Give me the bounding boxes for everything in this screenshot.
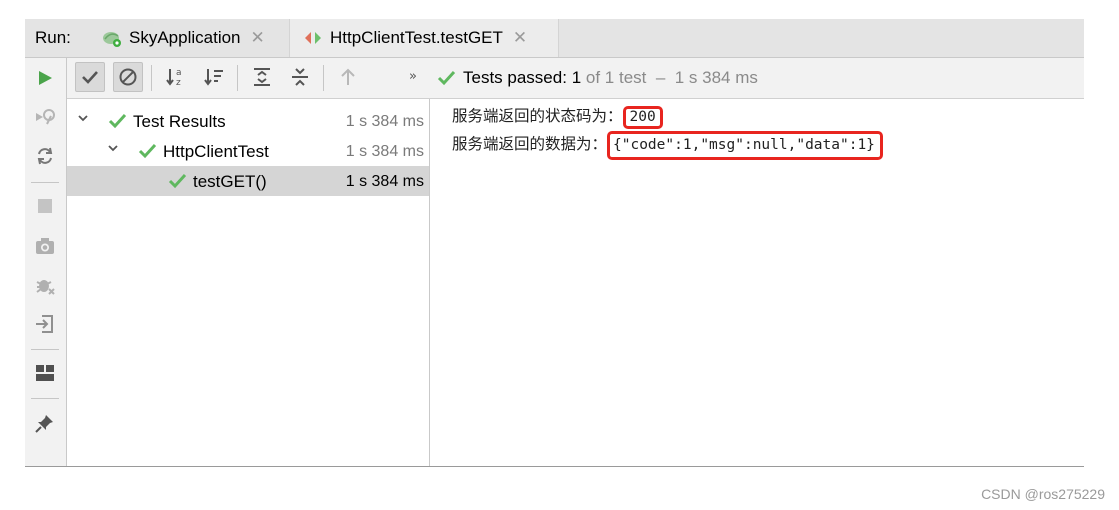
close-icon[interactable]: ✕ <box>513 28 527 48</box>
junit-icon <box>302 27 324 49</box>
tree-item-time: 1 s 384 ms <box>345 143 424 160</box>
previous-test-icon[interactable] <box>333 62 363 92</box>
passed-check-icon <box>108 113 127 129</box>
chevron-down-icon[interactable] <box>107 142 119 157</box>
tab-label: HttpClientTest.testGET <box>330 28 503 47</box>
tree-row-http-client-test[interactable]: HttpClientTest 1 s 384 ms <box>67 136 429 166</box>
console-line-data: 服务端返回的数据为： {"code":1,"msg":null,"data":1} <box>452 131 883 160</box>
debug-bug-icon[interactable] <box>33 273 57 297</box>
svg-text:a: a <box>176 68 182 78</box>
spring-boot-icon <box>101 27 123 49</box>
tab-label: SkyApplication <box>129 28 241 47</box>
test-toolbar: az » Tests passed: 1 of 1 test – 1 s 384… <box>67 58 1084 99</box>
show-passed-button[interactable] <box>75 62 105 92</box>
pin-icon[interactable] <box>33 411 57 435</box>
left-gutter-toolbar <box>25 58 67 466</box>
chevron-down-icon[interactable] <box>77 112 89 127</box>
status-code-value: 200 <box>622 106 663 129</box>
tab-sky-application[interactable]: SkyApplication ✕ <box>89 19 289 57</box>
sort-by-duration-icon[interactable] <box>199 62 229 92</box>
layout-icon[interactable] <box>33 361 57 385</box>
test-results-tree: Test Results 1 s 384 ms HttpClientTest 1… <box>67 99 430 466</box>
total-duration: 1 s 384 ms <box>674 68 758 87</box>
passed-count: 1 <box>571 68 582 87</box>
rerun-failed-icon[interactable] <box>33 105 57 129</box>
watermark: CSDN @ros275229 <box>981 486 1105 502</box>
tree-item-label: Test Results <box>133 112 226 131</box>
run-tool-window: Run: SkyApplication ✕ HttpClientTest.tes… <box>25 19 1084 467</box>
tab-http-client-test[interactable]: HttpClientTest.testGET ✕ <box>289 19 559 57</box>
stop-icon[interactable] <box>33 194 57 218</box>
show-ignored-button[interactable] <box>113 62 143 92</box>
test-status: Tests passed: 1 of 1 test – 1 s 384 ms <box>437 68 758 88</box>
passed-check-icon <box>437 70 456 86</box>
passed-check-icon <box>168 173 187 189</box>
console-label: 服务端返回的数据为： <box>452 135 608 153</box>
toggle-auto-test-icon[interactable] <box>33 144 57 168</box>
rerun-icon[interactable] <box>33 66 57 90</box>
console-line-status: 服务端返回的状态码为： 200 <box>452 104 663 129</box>
console-label: 服务端返回的状态码为： <box>452 107 623 125</box>
import-tests-icon[interactable] <box>33 312 57 336</box>
expand-all-icon[interactable] <box>247 62 277 92</box>
test-total: of 1 test <box>585 68 647 87</box>
run-tab-bar: Run: SkyApplication ✕ HttpClientTest.tes… <box>25 19 1084 58</box>
status-prefix: Tests passed: <box>463 68 567 87</box>
more-actions-icon[interactable]: » <box>409 69 417 84</box>
camera-icon[interactable] <box>33 234 57 258</box>
tree-row-test-results[interactable]: Test Results 1 s 384 ms <box>67 106 429 136</box>
collapse-all-icon[interactable] <box>285 62 315 92</box>
status-dash: – <box>655 68 666 87</box>
response-data-value: {"code":1,"msg":null,"data":1} <box>607 131 883 160</box>
tree-row-test-get[interactable]: testGET() 1 s 384 ms <box>67 166 429 196</box>
close-icon[interactable]: ✕ <box>251 28 265 48</box>
console-output[interactable]: 服务端返回的状态码为： 200 服务端返回的数据为： {"code":1,"msg"… <box>430 99 1084 466</box>
passed-check-icon <box>138 143 157 159</box>
svg-text:z: z <box>176 78 181 88</box>
tree-item-label: testGET() <box>193 172 267 191</box>
tree-item-label: HttpClientTest <box>163 142 269 161</box>
run-label: Run: <box>35 28 71 47</box>
tree-item-time: 1 s 384 ms <box>345 113 424 130</box>
tree-item-time: 1 s 384 ms <box>345 173 424 190</box>
sort-alphabetically-icon[interactable]: az <box>161 62 191 92</box>
